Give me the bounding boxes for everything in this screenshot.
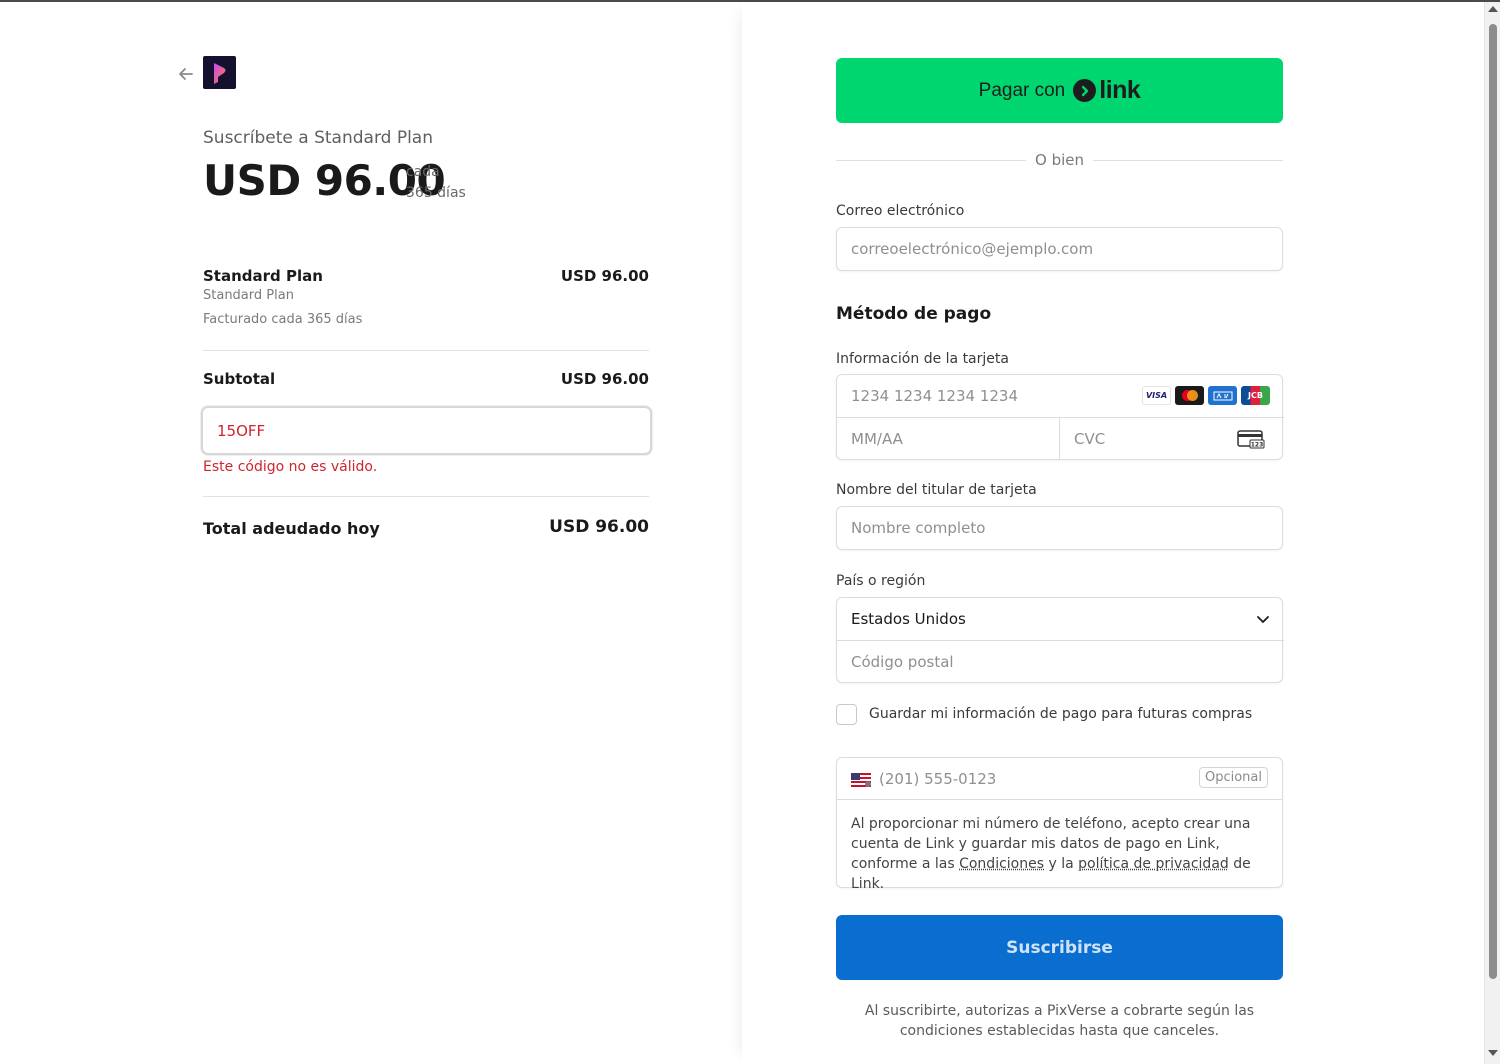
pay-with-label: Pagar con [978, 79, 1066, 101]
card-info-group: VISA JCB 123 [836, 374, 1284, 460]
total-due-label: Total adeudado hoy [203, 519, 380, 538]
email-field[interactable] [836, 227, 1283, 271]
subtotal-value: USD 96.00 [560, 370, 649, 388]
privacy-policy-link[interactable]: política de privacidad [1078, 856, 1229, 872]
payment-method-title: Método de pago [836, 304, 992, 324]
legal-text-part: y la [1048, 856, 1074, 872]
address-group: Estados Unidos [836, 597, 1284, 683]
phone-input[interactable] [877, 758, 1177, 800]
line-item-description: Standard Plan [203, 288, 294, 303]
pixverse-logo-icon [203, 56, 236, 89]
divider [836, 160, 1026, 161]
divider [203, 350, 649, 351]
divider [1093, 160, 1283, 161]
link-legal-text: Al proporcionar mi número de teléfono, a… [851, 814, 1276, 894]
vertical-scrollbar[interactable] [1484, 2, 1500, 1064]
subscription-legal-text: Al suscribirte, autorizas a PixVerse a c… [864, 1003, 1255, 1039]
country-label: País o región [836, 573, 926, 589]
chevron-down-icon [1257, 616, 1269, 623]
scroll-thumb[interactable] [1489, 24, 1497, 979]
amex-icon [1208, 386, 1237, 405]
subtotal-label: Subtotal [203, 370, 276, 388]
scroll-down-arrow-icon[interactable] [1488, 1050, 1498, 1056]
billing-period: cada 365 días [406, 162, 466, 204]
subscribe-button[interactable]: Suscribirse [836, 915, 1283, 980]
card-info-label: Información de la tarjeta [836, 351, 1009, 367]
period-line-2: 365 días [406, 185, 466, 201]
country-value: Estados Unidos [851, 610, 966, 628]
promo-code-input[interactable] [201, 406, 652, 455]
subscribe-title: Suscríbete a Standard Plan [203, 128, 433, 148]
line-item-price: USD 96.00 [560, 267, 649, 285]
scroll-up-arrow-icon[interactable] [1488, 6, 1498, 12]
email-label: Correo electrónico [836, 203, 965, 219]
pay-with-link-button[interactable]: Pagar con link [836, 58, 1283, 123]
optional-badge: Opcional [1198, 767, 1268, 788]
link-arrow-icon [1073, 79, 1097, 102]
save-info-checkbox[interactable] [836, 704, 857, 725]
cvc-card-icon: 123 [1237, 430, 1265, 449]
period-line-1: cada [406, 164, 440, 180]
promo-error-message: Este código no es válido. [203, 459, 378, 475]
postal-code-input[interactable] [837, 641, 1282, 683]
card-brands: VISA JCB [1142, 386, 1270, 405]
link-logo: link [1073, 76, 1141, 105]
divider [203, 496, 649, 497]
link-wordmark: link [1099, 76, 1141, 104]
terms-link[interactable]: Condiciones [959, 856, 1044, 872]
svg-text:123: 123 [1251, 442, 1264, 449]
line-item-billing: Facturado cada 365 días [203, 312, 363, 327]
mastercard-icon [1175, 386, 1204, 405]
visa-icon: VISA [1142, 386, 1171, 405]
save-info-label[interactable]: Guardar mi información de pago para futu… [869, 706, 1252, 722]
card-expiry-input[interactable] [837, 418, 1060, 460]
us-flag-icon [851, 773, 871, 787]
cardholder-label: Nombre del titular de tarjeta [836, 482, 1037, 498]
country-select[interactable]: Estados Unidos [837, 598, 1284, 641]
total-due-value: USD 96.00 [549, 517, 649, 537]
back-arrow-icon[interactable] [176, 64, 196, 84]
or-separator: O bien [1035, 151, 1084, 169]
jcb-icon: JCB [1241, 386, 1270, 405]
line-item-name: Standard Plan [203, 267, 323, 285]
cardholder-name-input[interactable] [836, 506, 1283, 550]
link-phone-group: Opcional Al proporcionar mi número de te… [836, 757, 1283, 892]
phone-row: Opcional [837, 758, 1282, 800]
